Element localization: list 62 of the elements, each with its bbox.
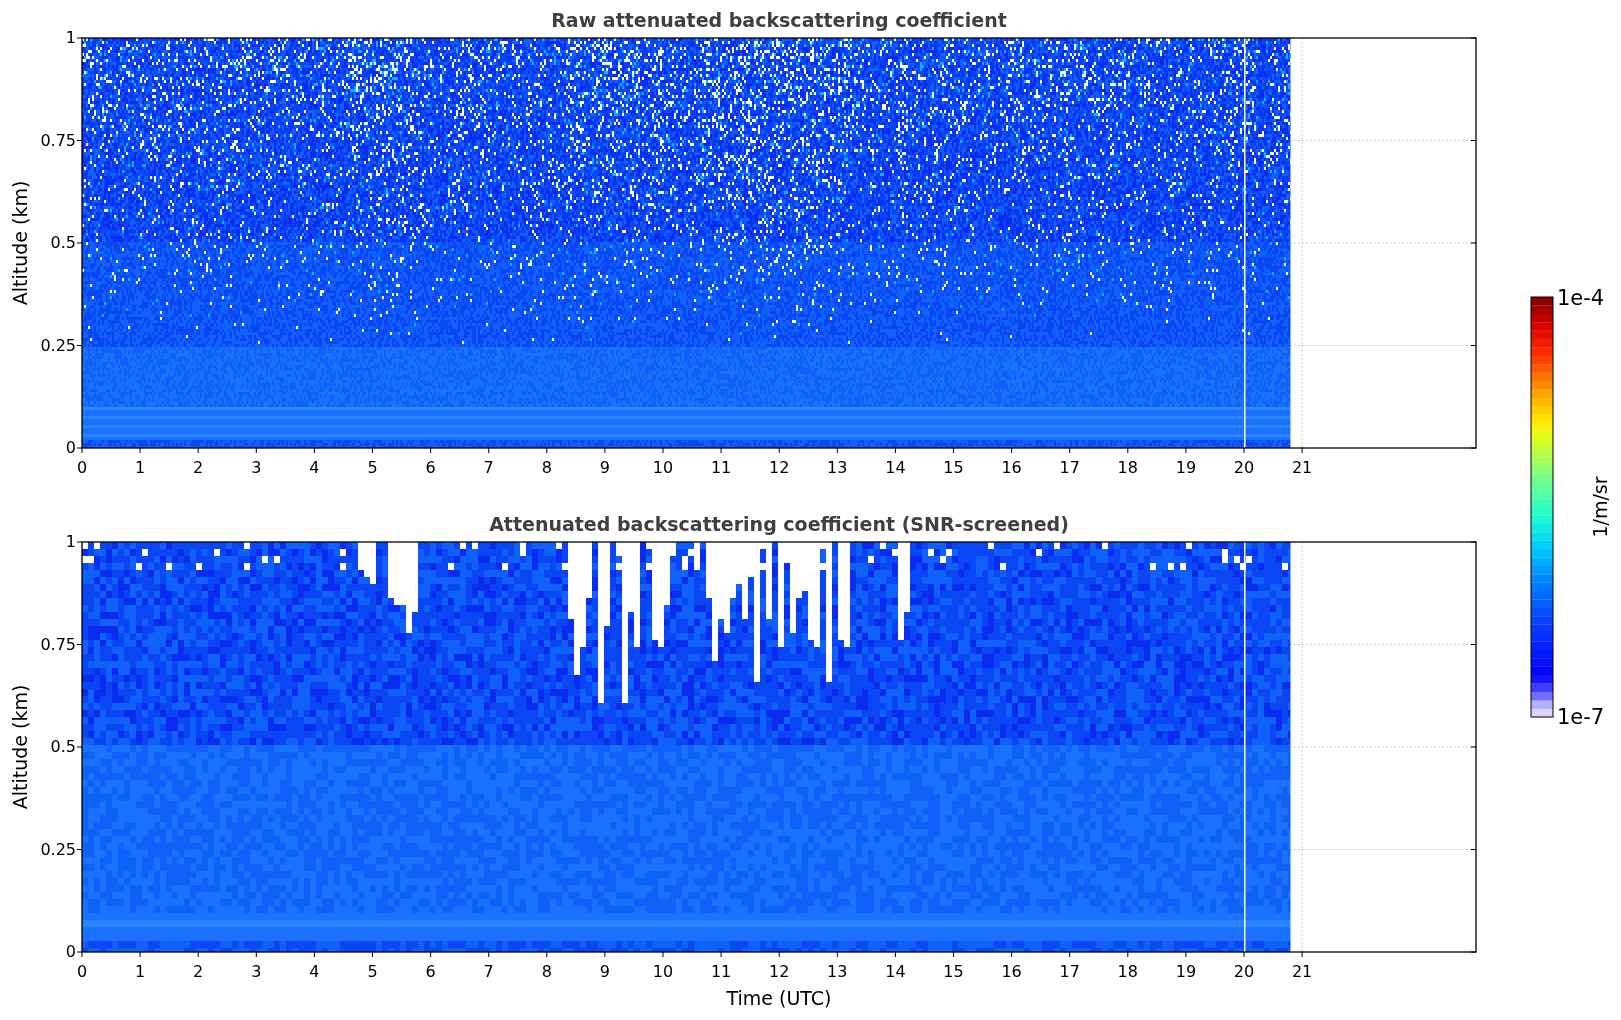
tick-label: 12 [769,962,790,981]
tick-label: 5 [367,962,378,981]
tick-label: 2 [193,962,204,981]
tick-label: 20 [1233,962,1255,981]
tick-label: 5 [367,458,378,477]
tick-label: 15 [943,458,964,477]
tick-label: 0 [65,438,76,457]
tick-label: 14 [885,962,906,981]
tick-label: 19 [1175,962,1197,981]
tick-label: 10 [652,962,674,981]
tick-label: 1 [65,28,76,47]
tick-label: 18 [1117,458,1138,477]
tick-label: 2 [193,458,204,477]
tick-label: 9 [599,458,610,477]
tick-label: 0.25 [40,839,76,859]
colorbar-max-label: 1e-4 [1557,286,1605,310]
tick-label: 9 [599,962,610,981]
axis-label: Altitude (km) [9,180,31,306]
tick-label: 3 [251,458,262,477]
tick-label: 0.5 [50,737,76,756]
tick-label: 18 [1117,962,1138,981]
axis-label: Time (UTC) [726,987,832,1009]
tick-label: 7 [483,962,494,981]
tick-label: 0.25 [40,335,76,355]
tick-label: 0 [76,962,88,981]
tick-label: 6 [425,458,436,477]
colorbar-min-label: 1e-7 [1557,705,1605,729]
tick-label: 10 [652,458,674,477]
tick-label: 0 [76,458,88,477]
tick-label: 17 [1059,962,1080,981]
tick-label: 13 [827,458,848,477]
tick-label: 14 [885,458,906,477]
tick-label: 7 [483,458,494,477]
tick-label: 15 [943,962,964,981]
tick-label: 4 [309,458,320,477]
plot-title: Raw attenuated backscattering coefficient [551,9,1007,31]
tick-label: 4 [309,962,320,981]
tick-label: 1 [135,962,146,981]
tick-label: 0.75 [40,634,76,654]
tick-label: 0.5 [50,233,76,252]
tick-label: 20 [1233,458,1255,477]
tick-label: 6 [425,962,436,981]
tick-label: 3 [251,962,262,981]
tick-label: 1 [135,458,146,477]
tick-label: 17 [1059,458,1080,477]
tick-label: 11 [710,962,732,981]
tick-label: 16 [1001,458,1022,477]
tick-label: 12 [769,458,790,477]
colorbar-label: 1/m/sr [1589,476,1611,538]
tick-label: 21 [1291,962,1313,981]
tick-label: 21 [1291,458,1313,477]
tick-label: 8 [541,962,552,981]
tick-label: 19 [1175,458,1197,477]
tick-label: 13 [827,962,848,981]
tick-label: 8 [541,458,552,477]
tick-label: 0 [65,942,76,961]
axis-label: Altitude (km) [9,684,31,810]
tick-label: 1 [65,532,76,551]
tick-label: 11 [710,458,732,477]
plot-title: Attenuated backscattering coefficient (SNR-screened) [489,513,1069,535]
tick-label: 16 [1001,962,1022,981]
tick-label: 0.75 [40,130,76,150]
